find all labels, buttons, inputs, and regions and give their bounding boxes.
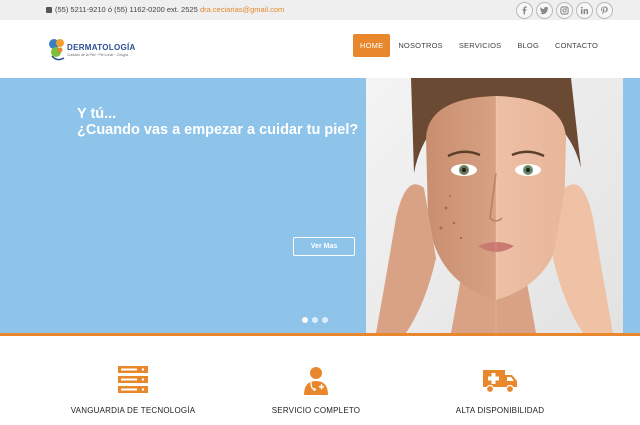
logo-emblem-icon [49, 39, 65, 61]
twitter-icon[interactable] [536, 2, 553, 19]
feature-label: ALTA DISPONIBILIDAD [455, 406, 545, 415]
server-stack-icon [118, 366, 148, 393]
hero-face-image [366, 78, 623, 333]
logo-text: DERMATOLOGÍA [67, 43, 136, 52]
hero-heading-line1: Y tú... [77, 106, 117, 122]
slider-dot-3[interactable] [322, 317, 328, 323]
nav-blog[interactable]: BLOG [509, 34, 547, 57]
email-link[interactable]: dra.ceciarias@gmail.com [200, 5, 284, 14]
hero-heading-line2: ¿Cuando vas a empezar a cuidar tu piel? [77, 122, 359, 138]
linkedin-icon[interactable] [576, 2, 593, 19]
doctor-icon [304, 367, 328, 395]
ambulance-icon [483, 370, 517, 394]
feature-label: VANGUARDIA DE TECNOLOGÍA [70, 406, 196, 415]
main-nav: HOME NOSOTROS SERVICIOS BLOG CONTACTO [353, 34, 606, 57]
feature-disponibilidad: ALTA DISPONIBILIDAD [410, 362, 590, 415]
slider-dots [302, 317, 328, 323]
pinterest-icon[interactable] [596, 2, 613, 19]
top-bar: (55) 5211-9210 ó (55) 1162-0200 ext. 252… [0, 0, 640, 20]
logo-subtitle: Cuidado de la Piel · Pie Lunar · Cirugía [67, 53, 128, 57]
ver-mas-button[interactable]: Ver Mas [293, 237, 355, 256]
feature-label: SERVICIO COMPLETO [271, 406, 361, 415]
feature-servicio: SERVICIO COMPLETO [226, 362, 406, 415]
instagram-icon[interactable] [556, 2, 573, 19]
nav-nosotros[interactable]: NOSOTROS [390, 34, 451, 57]
facebook-icon[interactable] [516, 2, 533, 19]
logo[interactable]: DERMATOLOGÍA Cuidado de la Piel · Pie Lu… [47, 36, 187, 64]
phone-text: (55) 5211-9210 ó (55) 1162-0200 ext. 252… [55, 5, 198, 14]
hero-accent-line [0, 333, 640, 336]
site-header: DERMATOLOGÍA Cuidado de la Piel · Pie Lu… [0, 20, 640, 78]
nav-contacto[interactable]: CONTACTO [547, 34, 606, 57]
social-links [516, 2, 613, 19]
slider-dot-1[interactable] [302, 317, 308, 323]
nav-home[interactable]: HOME [353, 34, 391, 57]
contact-phone: (55) 5211-9210 ó (55) 1162-0200 ext. 252… [46, 5, 198, 14]
feature-tecnologia: VANGUARDIA DE TECNOLOGÍA [43, 362, 223, 415]
phone-icon [46, 6, 52, 13]
nav-servicios[interactable]: SERVICIOS [451, 34, 510, 57]
slider-dot-2[interactable] [312, 317, 318, 323]
